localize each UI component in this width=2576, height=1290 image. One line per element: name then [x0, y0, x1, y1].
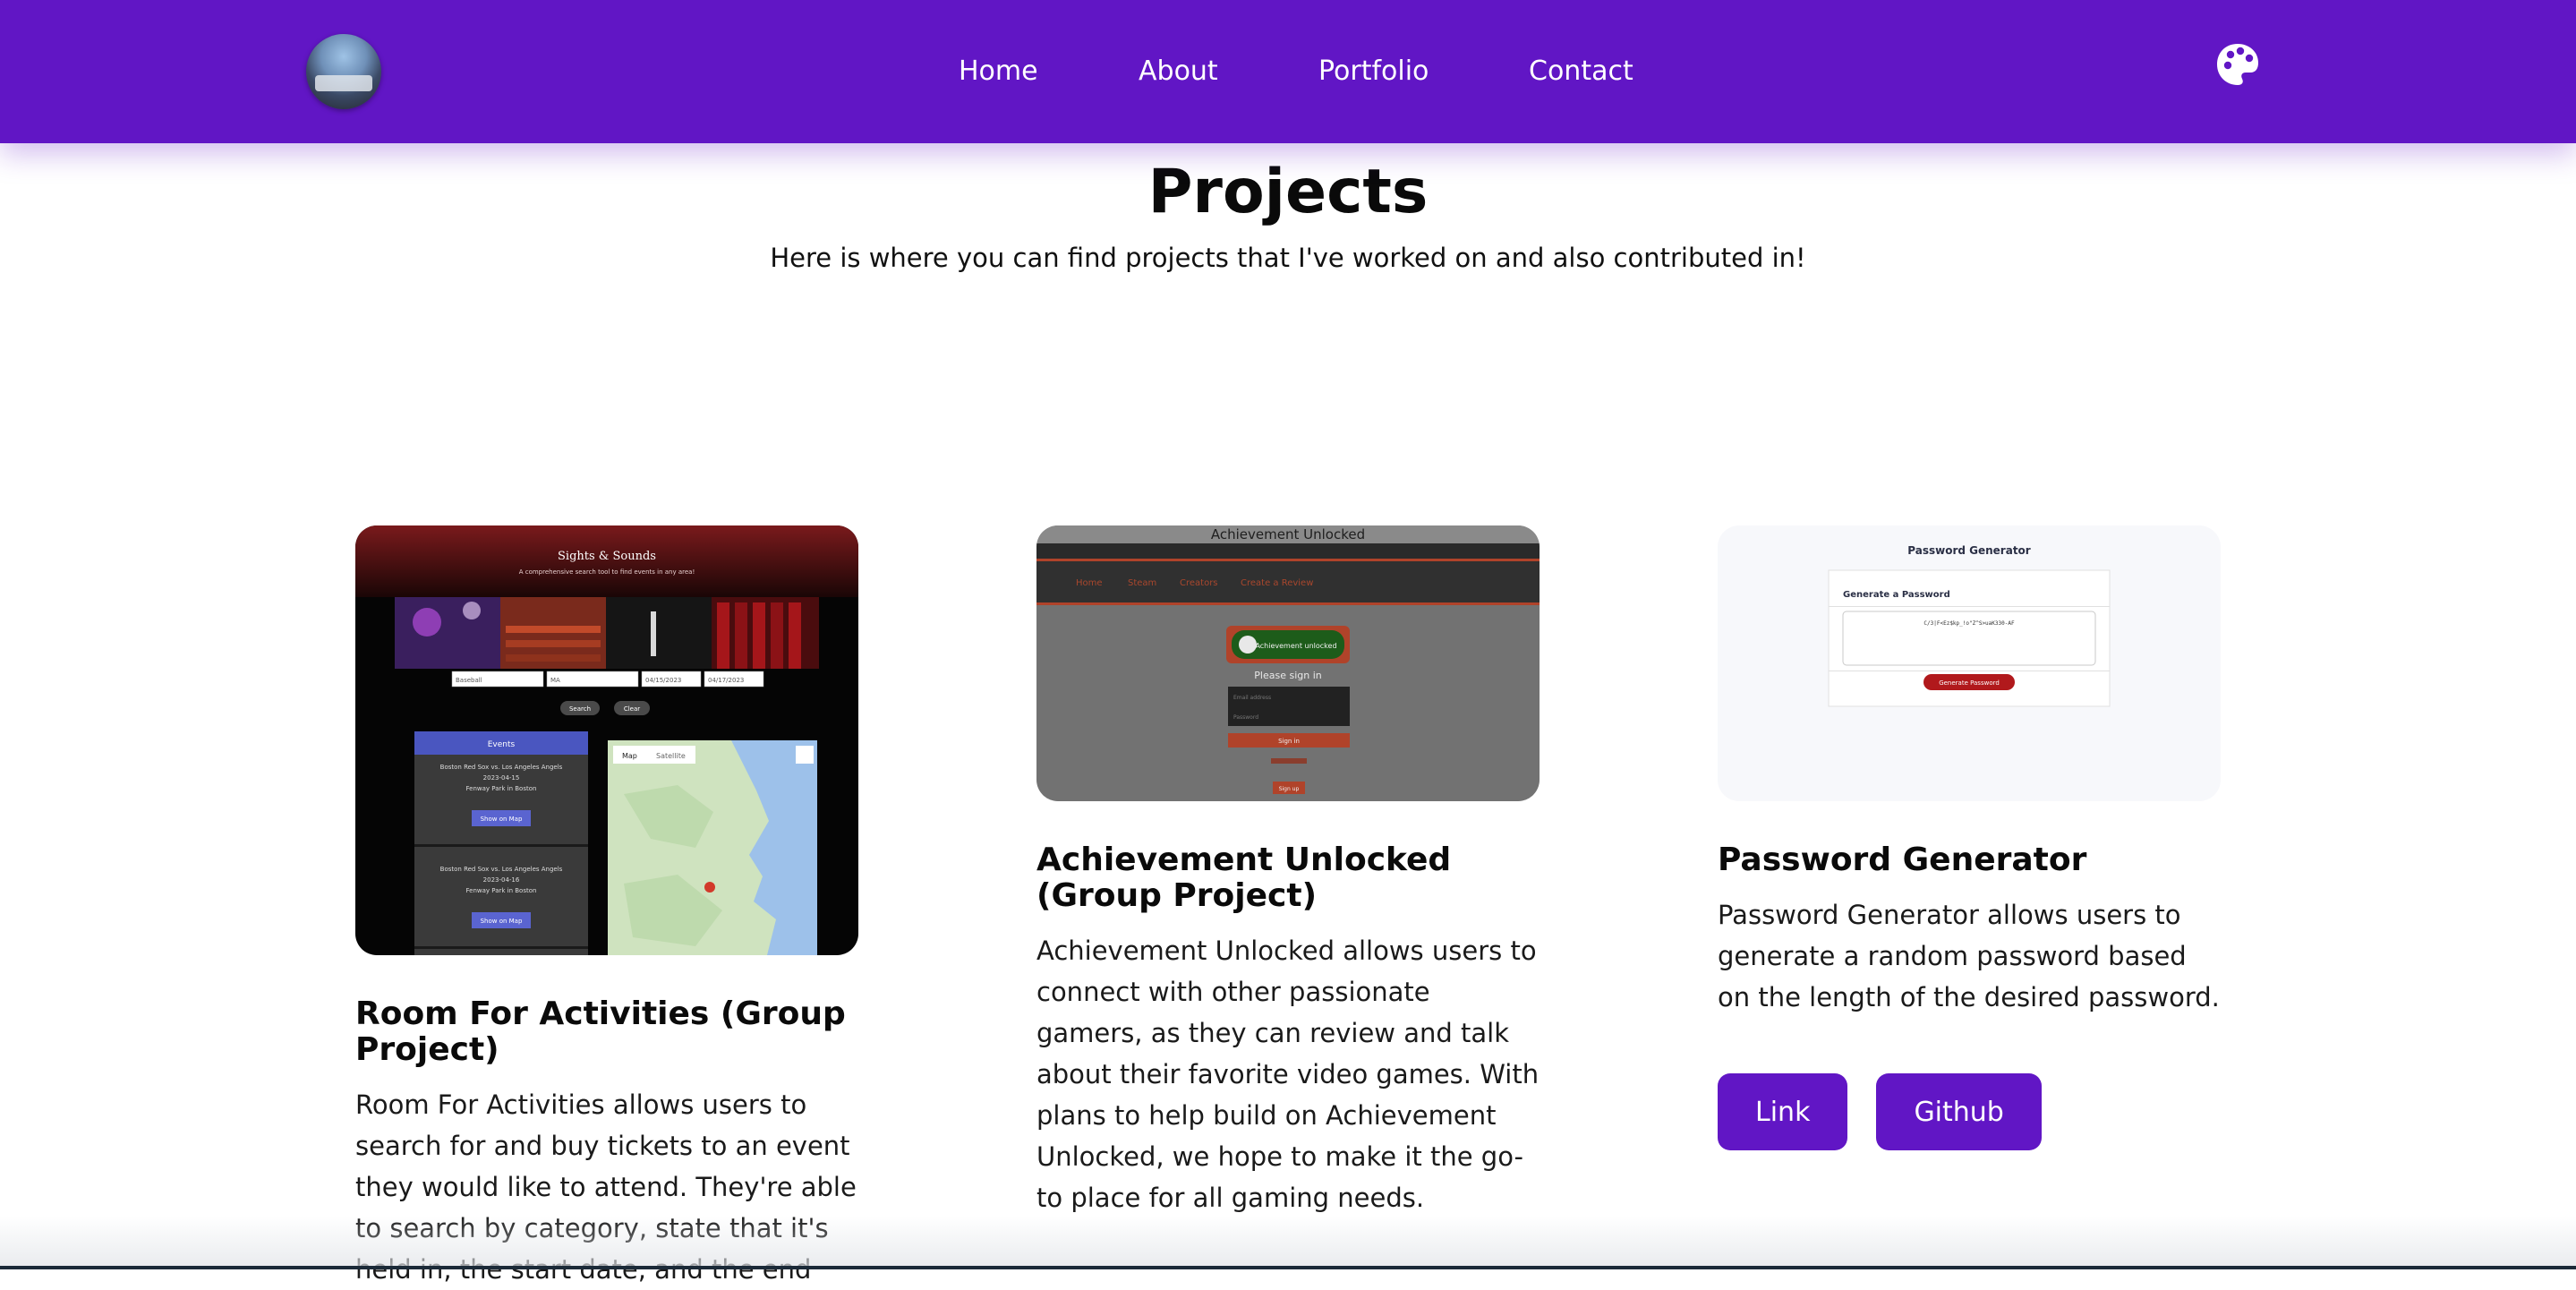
event-name: Boston Red Sox vs. Los Angeles Angels	[440, 764, 563, 771]
screenshot-clear-button: Clear	[624, 705, 640, 713]
project-card-room-for-activities: Sights & Sounds A comprehensive search t…	[355, 525, 858, 1290]
input-start-date: 04/15/2023	[645, 677, 681, 684]
generate-password-button: Generate Password	[1939, 679, 2000, 687]
show-on-map-button: Show on Map	[481, 918, 523, 925]
map-panel: Map Satellite	[608, 740, 817, 955]
screenshot-search-button: Search	[569, 705, 591, 713]
screenshot-nav-review: Create a Review	[1241, 578, 1313, 588]
nav-links: Home About Portfolio Contact	[0, 50, 2576, 95]
screenshot-signin-title: Please sign in	[1254, 670, 1321, 681]
event-date: 2023-04-16	[483, 876, 520, 884]
screenshot-nav-creators: Creators	[1180, 578, 1218, 588]
navbar: Home About Portfolio Contact	[0, 0, 2576, 143]
project-title: Password Generator	[1718, 841, 2087, 878]
project-description: Room For Activities allows users to sear…	[355, 1089, 857, 1285]
input-state: MA	[550, 677, 560, 684]
map-tab-map: Map	[622, 752, 637, 760]
project-title: Room For Activities (Group Project)	[355, 995, 846, 1068]
screenshot-card-title: Generate a Password	[1843, 590, 1950, 600]
project-description: Achievement Unlocked allows users to con…	[1036, 935, 1540, 1213]
page-title: Projects	[1147, 157, 1429, 227]
github-button[interactable]: Github	[1876, 1073, 2042, 1150]
project-title: Achievement Unlocked (Group Project)	[1036, 841, 1452, 914]
screenshot-brand: Sights & Sounds	[558, 550, 656, 563]
events-header: Events	[488, 740, 516, 749]
project-card-password-generator: Password Generator Generate a Password C…	[1718, 525, 2221, 1150]
achievement-badge: Achievement unlocked	[1255, 642, 1336, 650]
event-name: Boston Red Sox vs. Los Angeles Angels	[440, 866, 563, 873]
generated-password: C/3|F<Ez$kp_!o"Z^S>uaK330-AF	[1923, 620, 2015, 627]
screenshot-email-field: Email address	[1233, 695, 1271, 701]
event-date: 2023-04-15	[483, 774, 520, 782]
window-bottom-edge	[0, 1266, 2576, 1269]
project-screenshot[interactable]: Password Generator Generate a Password C…	[1718, 525, 2221, 801]
screenshot-nav-steam: Steam	[1128, 578, 1156, 588]
screenshot-header: Achievement Unlocked	[1211, 526, 1365, 542]
screenshot-nav-home: Home	[1076, 578, 1103, 588]
screenshot-tagline: A comprehensive search tool to find even…	[519, 568, 695, 576]
nav-link-contact[interactable]: Contact	[1529, 50, 1633, 93]
project-links: Link Github	[1718, 1073, 2221, 1150]
show-on-map-button: Show on Map	[481, 816, 523, 823]
project-screenshot[interactable]: Sights & Sounds A comprehensive search t…	[355, 525, 858, 955]
screenshot-header: Password Generator	[1907, 544, 2031, 557]
event-venue: Fenway Park in Boston	[466, 785, 537, 792]
map-tab-satellite: Satellite	[656, 752, 686, 760]
project-description: Password Generator allows users to gener…	[1718, 900, 2220, 1012]
page-subtitle: Here is where you can find projects that…	[770, 243, 1806, 273]
input-category: Baseball	[456, 677, 482, 684]
nav-link-portfolio[interactable]: Portfolio	[1318, 50, 1429, 93]
input-end-date: 04/17/2023	[708, 677, 744, 684]
event-venue: Fenway Park in Boston	[466, 887, 537, 894]
events-panel: Events Boston Red Sox vs. Los Angeles An…	[414, 731, 588, 955]
palette-icon[interactable]	[2214, 41, 2261, 88]
link-button[interactable]: Link	[1718, 1073, 1848, 1150]
screenshot-signin-button: Sign in	[1278, 738, 1300, 745]
screenshot-signup-button: Sign up	[1279, 786, 1300, 792]
screenshot-password-field: Password	[1233, 714, 1258, 721]
hero-images	[395, 597, 819, 669]
nav-link-about[interactable]: About	[1139, 50, 1218, 93]
project-card-achievement-unlocked: Achievement Unlocked Home Steam Creators…	[1036, 525, 1540, 1218]
project-screenshot[interactable]: Achievement Unlocked Home Steam Creators…	[1036, 525, 1540, 801]
nav-link-home[interactable]: Home	[959, 50, 1038, 93]
search-inputs: Baseball MA 04/15/2023 04/17/2023	[451, 671, 764, 688]
